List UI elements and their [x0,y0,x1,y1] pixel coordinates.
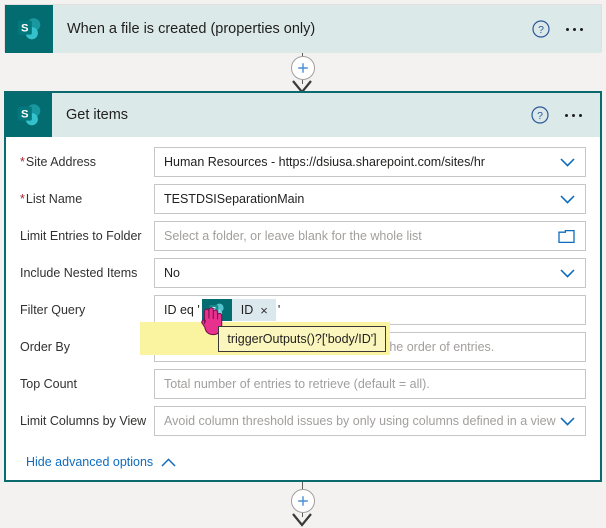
trigger-card-header[interactable]: S When a file is created (properties onl… [5,5,601,53]
filter-query-prefix-text: ID eq ' [164,303,200,317]
folder-icon [558,229,575,243]
field-label-site-address: *Site Address [20,155,154,169]
chevron-up-icon [161,457,176,467]
menu-dot [565,113,568,117]
chevron-down-icon[interactable] [560,157,585,167]
required-asterisk: * [20,155,25,169]
field-row-site-address: *Site Address Human Resources - https://… [20,145,586,179]
field-label-filter-query: Filter Query [20,303,86,317]
site-address-dropdown[interactable]: Human Resources - https://dsiusa.sharepo… [154,147,586,177]
field-label-top-count: Top Count [20,377,77,391]
field-label-order-by: Order By [20,340,71,354]
insert-step-button-bottom[interactable] [291,489,315,513]
list-name-value: TESTDSISeparationMain [164,192,305,206]
field-label-limit-columns-by-view: Limit Columns by View [20,414,147,428]
arrow-head-icon-bottom [292,513,312,527]
include-nested-items-dropdown[interactable]: No [154,258,586,288]
trigger-card-menu-button[interactable] [564,24,585,35]
token-remove-icon[interactable]: × [260,304,276,317]
hide-advanced-options-link[interactable]: Hide advanced options [20,441,176,469]
get-items-card-menu-button[interactable] [563,110,584,121]
get-items-card-header[interactable]: S Get items ? [6,93,600,137]
top-count-input[interactable]: Total number of entries to retrieve (def… [154,369,586,399]
filter-query-content: ID eq ' S ID × ' [155,299,280,321]
flow-designer-canvas: S When a file is created (properties onl… [0,0,606,528]
get-items-form: *Site Address Human Resources - https://… [6,137,600,469]
help-icon[interactable]: ? [532,20,550,38]
trigger-card-title: When a file is created (properties only) [67,21,316,37]
plus-icon [298,63,308,73]
chevron-down-icon[interactable] [560,194,585,204]
get-items-card-actions: ? [531,106,600,124]
limit-columns-by-view-dropdown[interactable]: Avoid column threshold issues by only us… [154,406,586,436]
sharepoint-logo-icon: S [6,93,52,137]
sharepoint-logo-icon: S [5,5,53,53]
field-label-text: List Name [25,192,83,206]
filter-query-suffix-text: ' [277,303,281,317]
svg-text:S: S [21,22,29,34]
svg-text:S: S [21,108,29,120]
field-row-limit-entries-to-folder: Limit Entries to Folder Select a folder,… [20,219,586,253]
menu-dot [580,27,583,31]
field-label-limit-entries-to-folder: Limit Entries to Folder [20,229,142,243]
limit-entries-to-folder-input[interactable]: Select a folder, or leave blank for the … [154,221,586,251]
site-address-value: Human Resources - https://dsiusa.sharepo… [164,155,485,169]
folder-picker-button[interactable] [558,229,585,244]
hide-advanced-options-label: Hide advanced options [26,455,154,469]
trigger-card-actions: ? [532,20,601,38]
help-icon[interactable]: ? [531,106,549,124]
list-name-dropdown[interactable]: TESTDSISeparationMain [154,184,586,214]
svg-text:?: ? [538,24,544,36]
insert-step-button-top[interactable] [291,56,315,80]
svg-text:?: ? [537,110,543,122]
get-items-card[interactable]: S Get items ? *Site Address Human Resour… [4,91,602,482]
field-label-text: Site Address [25,155,97,169]
menu-dot [573,27,576,31]
expression-tooltip: triggerOutputs()?['body/ID'] [218,326,386,352]
required-asterisk: * [20,192,25,206]
include-nested-items-value: No [164,266,180,280]
limit-entries-to-folder-placeholder: Select a folder, or leave blank for the … [164,229,422,243]
limit-columns-by-view-placeholder: Avoid column threshold issues by only us… [164,414,556,428]
field-row-include-nested-items: Include Nested Items No [20,256,586,290]
field-label-include-nested-items: Include Nested Items [20,266,138,280]
get-items-card-title: Get items [66,107,129,123]
field-row-filter-query: Filter Query ID eq ' S ID × ' [20,293,586,327]
plus-icon [298,496,308,506]
chevron-down-icon[interactable] [560,416,585,426]
trigger-card[interactable]: S When a file is created (properties onl… [4,4,602,53]
sharepoint-token-icon: S [201,299,232,321]
field-row-limit-columns-by-view: Limit Columns by View Avoid column thres… [20,404,586,438]
field-label-list-name: *List Name [20,192,154,206]
filter-query-input[interactable]: ID eq ' S ID × ' [154,295,586,325]
token-label: ID [240,303,254,317]
menu-dot [572,113,575,117]
expression-tooltip-text: triggerOutputs()?['body/ID'] [227,332,377,346]
field-row-list-name: *List Name TESTDSISeparationMain [20,182,586,216]
svg-text:S: S [212,305,217,313]
top-count-placeholder: Total number of entries to retrieve (def… [164,377,430,391]
menu-dot [566,27,569,31]
field-row-top-count: Top Count Total number of entries to ret… [20,367,586,401]
menu-dot [579,113,582,117]
dynamic-content-token-id[interactable]: S ID × [201,299,276,321]
chevron-down-icon[interactable] [560,268,585,278]
